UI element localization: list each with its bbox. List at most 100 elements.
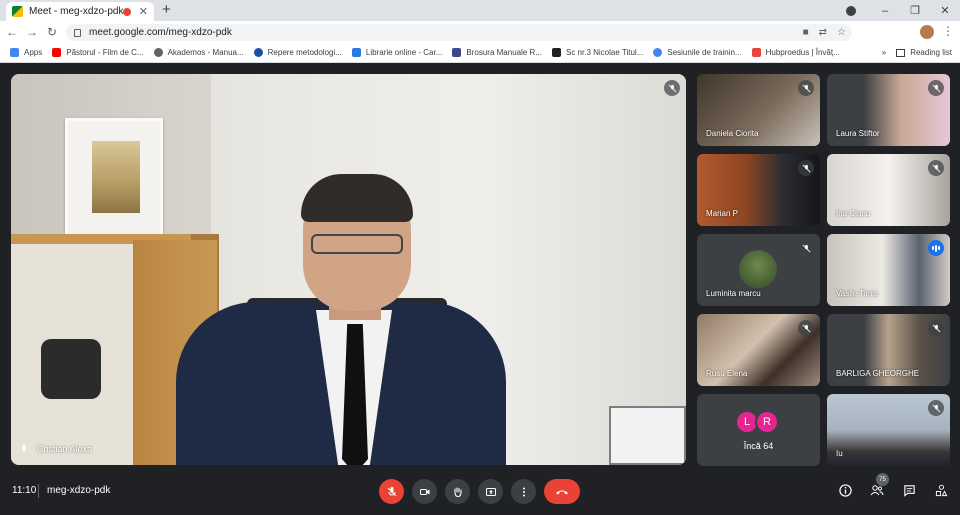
main-video[interactable]: Cristian Alexa xyxy=(11,74,686,465)
more-avatars: L R xyxy=(735,410,779,434)
participant-name: Daniela Ciorita xyxy=(706,129,759,138)
leave-call-button[interactable] xyxy=(544,479,580,504)
window-controls: – ❐ ✕ xyxy=(846,0,960,21)
meeting-code: meg-xdzo-pdk xyxy=(47,485,111,496)
main-speaker-name: Cristian Alexa xyxy=(37,444,93,454)
mic-off-icon xyxy=(928,80,944,96)
more-participants-tile[interactable]: L R Încă 64 xyxy=(697,394,820,466)
reading-list-button[interactable]: Reading list xyxy=(910,48,952,57)
bookmark-item[interactable]: Repere metodologi... xyxy=(253,48,342,57)
participant-name: Vasile Timis xyxy=(836,289,879,298)
back-icon[interactable]: ← xyxy=(4,25,20,39)
more-bookmarks-button[interactable]: » xyxy=(882,48,886,57)
browser-toolbar: ← → ↻ meet.google.com/meg-xdzo-pdk ■ ⇄ ☆… xyxy=(0,21,960,43)
more-options-button[interactable] xyxy=(511,479,536,504)
activities-button[interactable] xyxy=(932,480,950,500)
desk-phone xyxy=(41,339,101,399)
minimize-button[interactable]: – xyxy=(870,5,900,17)
close-window-button[interactable]: ✕ xyxy=(930,4,960,17)
browser-tab[interactable]: Meet - meg-xdzo-pdk ✕ xyxy=(6,2,154,21)
restore-button[interactable]: ❐ xyxy=(900,4,930,17)
reload-icon[interactable]: ↻ xyxy=(44,25,60,39)
participant-tile[interactable]: Laura Stiftor xyxy=(827,74,950,146)
bookmarks-right: » Reading list xyxy=(882,48,952,57)
meet-favicon-icon xyxy=(12,6,23,17)
address-bar[interactable]: meet.google.com/meg-xdzo-pdk ■ ⇄ ☆ xyxy=(66,24,852,41)
meeting-time: 11:10 xyxy=(12,485,37,496)
mic-toggle-button[interactable] xyxy=(379,479,404,504)
info-icon xyxy=(838,483,852,497)
site-icon xyxy=(551,48,561,57)
google-icon xyxy=(653,48,663,57)
bookmark-item[interactable]: Akademos - Manua... xyxy=(153,48,244,57)
participant-name: Laura Stiftor xyxy=(836,129,880,138)
participant-tile[interactable]: Ina Clanu xyxy=(827,154,950,226)
divider xyxy=(38,484,39,498)
bookmark-item[interactable]: Sc nr.3 Nicolae Titul... xyxy=(551,48,643,57)
browser-menu-icon[interactable]: ⋮ xyxy=(942,24,954,38)
more-vert-icon xyxy=(522,487,525,496)
participant-tile-speaking[interactable]: Vasile Timis xyxy=(827,234,950,306)
mic-off-icon xyxy=(664,80,680,96)
site-icon xyxy=(351,48,361,57)
cabinet xyxy=(609,406,686,465)
url-text: meet.google.com/meg-xdzo-pdk xyxy=(89,27,232,38)
side-panel-controls: 75 xyxy=(836,473,950,500)
meeting-details-button[interactable] xyxy=(836,480,854,500)
bookmark-item[interactable]: Brosura Manuale R... xyxy=(452,48,542,57)
reading-list-icon[interactable] xyxy=(896,48,906,57)
globe-icon xyxy=(153,48,163,57)
new-tab-button[interactable]: + xyxy=(162,1,171,18)
bookmark-apps[interactable]: Apps xyxy=(10,48,42,57)
profile-avatar[interactable] xyxy=(920,25,934,39)
bookmark-item[interactable]: Păstorul - Film de C... xyxy=(52,48,144,57)
recording-indicator-icon xyxy=(122,7,131,16)
mic-off-icon xyxy=(387,486,396,496)
participant-name: Ina Clanu xyxy=(836,209,871,218)
participant-tile[interactable]: Iu xyxy=(827,394,950,466)
camera-icon xyxy=(419,488,429,495)
participant-tile[interactable]: BARLIGA GHEORGHE xyxy=(827,314,950,386)
bookmark-item[interactable]: Sesiunile de trainin... xyxy=(653,48,742,57)
mic-off-icon xyxy=(928,400,944,416)
bookmark-star-icon[interactable]: ☆ xyxy=(837,27,846,38)
participant-name: Iu xyxy=(836,449,843,458)
hang-up-icon xyxy=(556,490,568,494)
mic-off-icon xyxy=(798,240,814,256)
call-controls xyxy=(379,479,580,504)
participant-name: Rusu Elena xyxy=(706,369,748,378)
participants-button[interactable]: 75 xyxy=(868,473,889,500)
pin-icon[interactable] xyxy=(21,444,27,451)
participant-name: Luminita marcu xyxy=(706,289,761,298)
chat-button[interactable] xyxy=(900,480,918,500)
site-icon xyxy=(253,48,263,57)
tab-search-icon[interactable] xyxy=(846,5,856,16)
site-icon xyxy=(452,48,462,57)
participant-tile[interactable]: Luminita marcu xyxy=(697,234,820,306)
site-icon xyxy=(751,48,761,57)
forward-icon[interactable]: → xyxy=(24,25,40,39)
participant-tile[interactable]: Marian P xyxy=(697,154,820,226)
camera-in-use-icon[interactable]: ■ xyxy=(803,27,809,38)
mic-off-icon xyxy=(798,320,814,336)
participant-count-badge: 75 xyxy=(876,473,889,486)
speaker-glasses xyxy=(311,234,403,254)
lock-icon[interactable] xyxy=(74,28,81,37)
bookmark-item[interactable]: Librarie online - Car... xyxy=(351,48,442,57)
participant-tile[interactable]: Rusu Elena xyxy=(697,314,820,386)
raise-hand-button[interactable] xyxy=(445,479,470,504)
translate-icon[interactable]: ⇄ xyxy=(819,27,827,38)
present-screen-button[interactable] xyxy=(478,479,503,504)
participant-avatar xyxy=(739,250,777,288)
speaking-indicator-icon xyxy=(928,240,944,256)
youtube-icon xyxy=(52,48,62,57)
apps-grid-icon xyxy=(10,48,19,57)
hand-icon xyxy=(453,486,462,497)
speaker-hair xyxy=(301,174,413,222)
participant-tile[interactable]: Daniela Ciorita xyxy=(697,74,820,146)
mic-off-icon xyxy=(928,320,944,336)
camera-toggle-button[interactable] xyxy=(412,479,437,504)
bookmark-item[interactable]: Hubproedus | Învăț... xyxy=(751,48,840,57)
meeting-controls-bar: 11:10 meg-xdzo-pdk 75 xyxy=(0,468,960,515)
tab-close-icon[interactable]: ✕ xyxy=(139,5,148,18)
